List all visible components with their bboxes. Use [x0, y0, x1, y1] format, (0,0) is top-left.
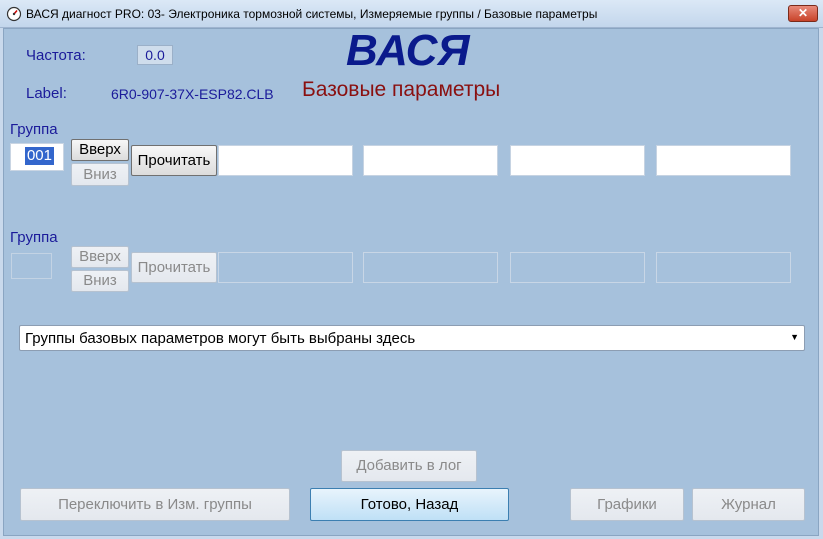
journal-button[interactable]: Журнал [692, 488, 805, 521]
group-select-value: Группы базовых параметров могут быть выб… [25, 330, 416, 347]
window-title: ВАСЯ диагност PRO: 03- Электроника тормо… [26, 7, 598, 21]
label-file-value: 6R0-907-37X-ESP82.CLB [111, 86, 274, 102]
group1-label: Группа [10, 121, 58, 138]
label-caption: Label: [26, 85, 67, 102]
group1-up-button[interactable]: Вверх [71, 139, 129, 161]
group2-field-3 [510, 252, 645, 283]
group-select-dropdown[interactable]: Группы базовых параметров могут быть выб… [19, 325, 805, 351]
done-back-button[interactable]: Готово, Назад [310, 488, 509, 521]
group1-field-2 [363, 145, 498, 176]
main-panel: Частота: 0.0 ВАСЯ Label: 6R0-907-37X-ESP… [3, 26, 819, 536]
dropdown-arrow-icon: ▼ [790, 332, 799, 342]
group2-down-button[interactable]: Вниз [71, 270, 129, 292]
group1-number-value: 001 [24, 147, 54, 165]
group2-number-input[interactable] [11, 253, 52, 279]
group1-field-4 [656, 145, 791, 176]
add-to-log-button[interactable]: Добавить в лог [341, 450, 477, 482]
group1-field-1 [218, 145, 353, 176]
switch-to-measured-groups-button[interactable]: Переключить в Изм. группы [20, 488, 290, 521]
group2-field-4 [656, 252, 791, 283]
frequency-label: Частота: [26, 47, 86, 64]
app-title: ВАСЯ [346, 26, 470, 75]
group2-field-1 [218, 252, 353, 283]
graphs-button[interactable]: Графики [570, 488, 684, 521]
close-button[interactable]: ✕ [788, 5, 818, 22]
group2-label: Группа [10, 229, 58, 246]
group1-number-input[interactable]: 001 [10, 143, 64, 171]
app-icon [6, 6, 22, 22]
title-bar: ВАСЯ диагност PRO: 03- Электроника тормо… [0, 0, 823, 28]
group1-read-button[interactable]: Прочитать [131, 145, 217, 176]
frequency-value: 0.0 [137, 45, 173, 65]
group2-read-button[interactable]: Прочитать [131, 252, 217, 283]
group1-down-button[interactable]: Вниз [71, 163, 129, 186]
page-subtitle: Базовые параметры [302, 78, 501, 101]
group2-field-2 [363, 252, 498, 283]
group2-up-button[interactable]: Вверх [71, 246, 129, 268]
group1-field-3 [510, 145, 645, 176]
